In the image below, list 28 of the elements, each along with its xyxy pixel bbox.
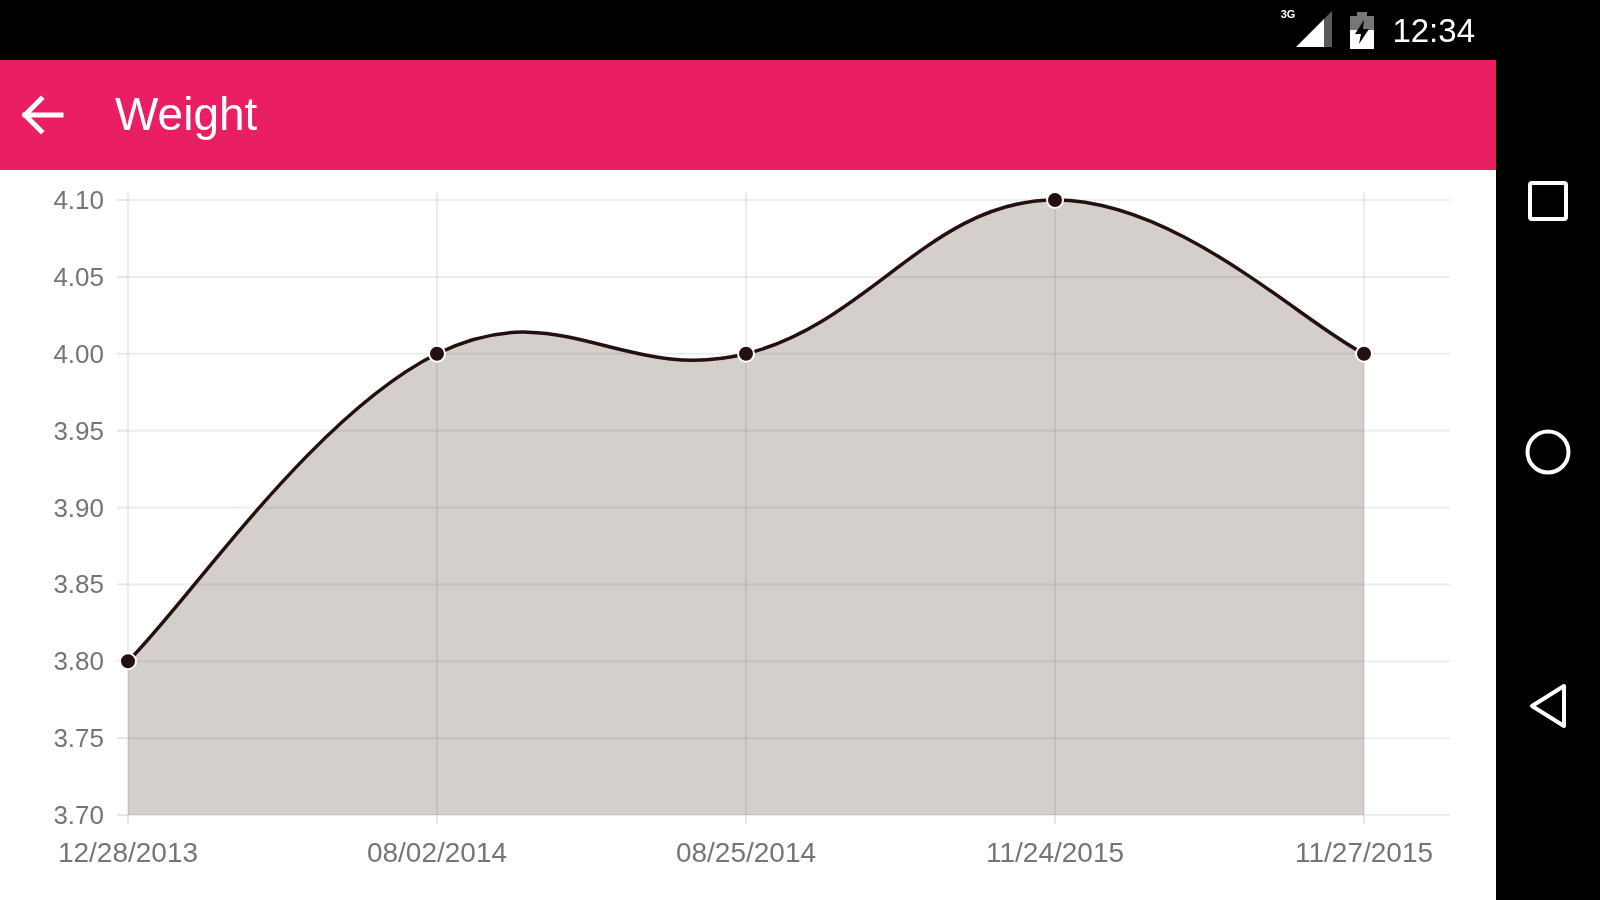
arrow-left-icon[interactable] bbox=[20, 95, 64, 135]
network-type-label: 3G bbox=[1280, 9, 1296, 20]
y-axis-label: 3.90 bbox=[53, 492, 104, 523]
screen-title: Weight bbox=[115, 87, 258, 143]
triangle-icon[interactable] bbox=[1529, 683, 1567, 729]
y-axis-label: 4.00 bbox=[53, 338, 104, 369]
x-axis-label: 08/25/2014 bbox=[675, 836, 817, 868]
x-axis-label: 08/02/2014 bbox=[366, 836, 508, 868]
y-axis-label: 3.75 bbox=[53, 723, 104, 754]
circle-icon[interactable] bbox=[1525, 429, 1571, 475]
square-icon[interactable] bbox=[1528, 181, 1568, 221]
y-axis-label: 3.85 bbox=[53, 569, 104, 600]
signal-icon bbox=[1296, 11, 1333, 47]
y-axis-label: 4.10 bbox=[53, 185, 104, 215]
data-point bbox=[1046, 191, 1064, 209]
y-axis-label: 3.80 bbox=[53, 646, 104, 677]
x-axis-label: 11/24/2015 bbox=[985, 836, 1125, 868]
x-axis-label: 11/27/2015 bbox=[1294, 836, 1434, 868]
data-point bbox=[119, 652, 137, 671]
status-time: 12:34 bbox=[1392, 13, 1475, 47]
data-point bbox=[1355, 344, 1373, 363]
y-axis-label: 4.05 bbox=[53, 261, 104, 292]
y-axis-label: 3.70 bbox=[53, 800, 104, 830]
x-axis-label: 12/28/2013 bbox=[57, 836, 199, 868]
data-point bbox=[428, 344, 446, 363]
data-point bbox=[737, 344, 755, 363]
battery-charging-icon bbox=[1350, 11, 1375, 49]
y-axis-label: 3.95 bbox=[53, 415, 104, 446]
